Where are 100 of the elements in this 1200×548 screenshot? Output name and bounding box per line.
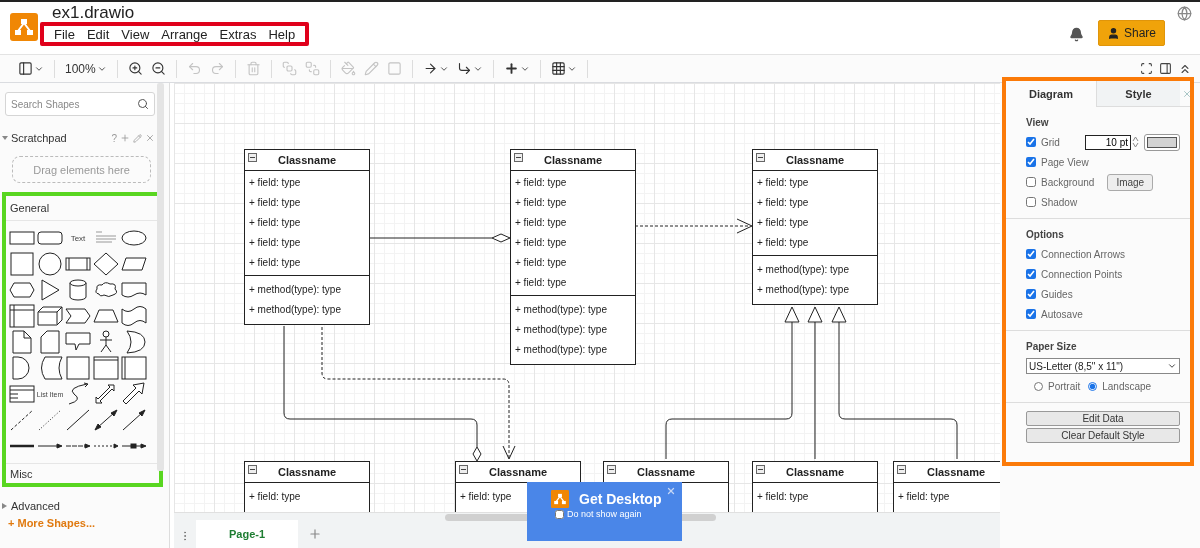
search-field[interactable]: Search Shapes: [5, 92, 155, 116]
collapse-icon[interactable]: [756, 465, 765, 474]
panel-icon[interactable]: [18, 61, 33, 76]
checkbox[interactable]: [1026, 197, 1036, 207]
scrollbar[interactable]: [157, 83, 164, 471]
class-method: + method(type): type: [248, 283, 341, 297]
fullscreen-icon[interactable]: [1140, 61, 1153, 76]
dependency-connector[interactable]: [634, 218, 753, 234]
elbow-arrow-icon[interactable]: [456, 61, 472, 76]
class-box[interactable]: Classname + field: type: [244, 461, 370, 512]
text-shape[interactable]: Text: [70, 233, 86, 243]
close-icon[interactable]: [666, 486, 676, 496]
class-box[interactable]: Classname + field: type + field: type + field: type + field: type + field: type + method(type): type + method(type): type: [244, 149, 370, 325]
checkbox-label: Grid: [1041, 136, 1060, 148]
section-title[interactable]: Scratchpad: [11, 132, 67, 144]
collapse-icon[interactable]: [459, 465, 468, 474]
aggregation-connector[interactable]: [369, 233, 511, 243]
class-name: Classname: [636, 466, 696, 478]
collapse-icon[interactable]: [248, 465, 257, 474]
radio-button[interactable]: [1088, 381, 1098, 391]
class-field: + field: type: [456, 487, 512, 507]
checkbox-label: Connection Arrows: [1041, 248, 1125, 260]
menu-item[interactable]: Extras: [215, 26, 261, 42]
diagram-canvas[interactable]: [174, 83, 1000, 512]
grid-color-button[interactable]: [1144, 133, 1180, 151]
cube-shape-icon[interactable]: [37, 304, 63, 328]
paper-size-select[interactable]: US-Letter (8,5" x 11"): [1026, 358, 1180, 374]
checkbox[interactable]: [1026, 177, 1036, 187]
line-shape-icon[interactable]: [65, 408, 91, 432]
share-button[interactable]: Share: [1097, 20, 1165, 46]
document-title: ex1.drawio: [52, 3, 136, 22]
bell-icon[interactable]: [1068, 27, 1084, 42]
plus-icon[interactable]: [503, 61, 519, 76]
class-field: + field: type: [753, 193, 809, 213]
expand-icon[interactable]: [2, 135, 8, 141]
globe-icon[interactable]: [1177, 6, 1192, 21]
section-title: Options: [1026, 229, 1065, 240]
class-method: + method(type): type: [514, 323, 607, 337]
class-method: + method(type): type: [756, 283, 849, 297]
checkbox[interactable]: [1026, 289, 1036, 299]
class-field: + field: type: [245, 213, 301, 233]
internal-storage-shape-icon[interactable]: [9, 304, 35, 328]
class-box[interactable]: Classname + field: type + field: type + field: type + field: type + method(type): type + method(type): type: [752, 149, 878, 305]
diamond-shape-icon[interactable]: [93, 252, 119, 276]
bidirectional-line-shape-icon[interactable]: [93, 408, 119, 432]
checkbox[interactable]: [1026, 269, 1036, 279]
section-title[interactable]: Misc: [6, 463, 159, 483]
tape-shape-icon[interactable]: [121, 304, 147, 328]
zoom-tool-button[interactable]: 100%: [63, 61, 109, 76]
radio-label: Portrait: [1048, 380, 1081, 392]
checkbox[interactable]: [555, 509, 564, 519]
menu-item[interactable]: File: [50, 26, 79, 42]
spinner-icon[interactable]: [1132, 136, 1139, 148]
image-button[interactable]: Image: [1107, 173, 1154, 191]
panel-button[interactable]: Clear Default Style: [1026, 428, 1180, 443]
grid-size-field[interactable]: 10 pt: [1085, 134, 1131, 150]
checkbox[interactable]: [1026, 137, 1036, 147]
class-field: + field: type: [753, 487, 809, 507]
collapse-icon[interactable]: [897, 465, 906, 474]
collapse-icon[interactable]: [248, 153, 257, 162]
directional-line-shape-icon[interactable]: [121, 408, 147, 432]
checkbox[interactable]: [1026, 249, 1036, 259]
class-method: + method(type): type: [514, 303, 607, 317]
checkbox-label: Page View: [1041, 156, 1089, 168]
expand-icon[interactable]: [2, 503, 7, 509]
inheritance-connector[interactable]: [807, 306, 823, 460]
panel-button[interactable]: Edit Data: [1026, 411, 1180, 426]
dotted-line-shape-icon[interactable]: [37, 408, 63, 432]
fat-arrow-shape-icon[interactable]: [121, 382, 147, 406]
note-shape-icon[interactable]: [9, 330, 35, 354]
menu-item[interactable]: Help: [264, 26, 300, 42]
circle-shape-icon[interactable]: [37, 252, 63, 276]
search-icon[interactable]: [137, 98, 149, 110]
page-tab[interactable]: Page-1: [196, 520, 298, 548]
collapse-icon[interactable]: [607, 465, 616, 474]
table-icon[interactable]: [550, 61, 566, 76]
class-box[interactable]: Classname + field: type: [752, 461, 878, 512]
menu-item[interactable]: Edit: [82, 26, 114, 42]
menu-item[interactable]: View: [117, 26, 154, 42]
collapse-icon[interactable]: [756, 153, 765, 162]
diagram-logo-icon: [10, 13, 38, 41]
menu-item[interactable]: Arrange: [157, 26, 212, 42]
class-box[interactable]: Classname + field: type + field: type + field: type + field: type + field: type + field: type + method(type): type + method(type): type + method(type): type: [510, 149, 636, 365]
arrow-icon[interactable]: [422, 61, 438, 76]
checkbox[interactable]: [1026, 309, 1036, 319]
radio-button[interactable]: [1034, 381, 1043, 391]
class-box[interactable]: Classname + field: type: [893, 461, 1000, 512]
checkbox[interactable]: [1026, 157, 1036, 167]
collapse-icon[interactable]: [514, 153, 523, 162]
section-title[interactable]: Advanced: [11, 500, 60, 512]
class-field: + field: type: [753, 173, 809, 193]
class-method: + method(type): type: [248, 303, 341, 317]
format-panel-icon[interactable]: [1159, 61, 1172, 76]
inheritance-connector[interactable]: [831, 306, 958, 460]
inheritance-connector[interactable]: [665, 306, 800, 460]
panel-tab[interactable]: Style: [1096, 81, 1180, 107]
checkbox-label: Shadow: [1041, 196, 1078, 208]
caret-icon[interactable]: [1167, 361, 1177, 371]
class-field: + field: type: [245, 487, 301, 507]
section-title[interactable]: General: [6, 196, 159, 221]
